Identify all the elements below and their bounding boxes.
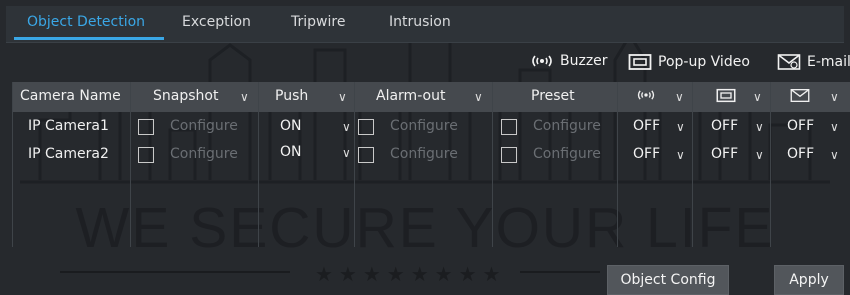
action-bar: Buzzer Pop-up Video E-mail — [0, 53, 850, 77]
column-divider — [130, 82, 131, 247]
chevron-down-icon[interactable]: ∨ — [676, 148, 685, 162]
alarm-out-checkbox[interactable] — [358, 147, 374, 163]
preset-configure-link[interactable]: Configure — [533, 146, 601, 162]
popup-select[interactable]: OFF — [711, 118, 738, 134]
camera-name-cell: IP Camera1 — [28, 118, 109, 134]
buzzer-label: Buzzer — [560, 53, 608, 69]
alarm-table: Camera Name Snapshot ∨ Push ∨ Alarm-out … — [12, 82, 850, 247]
apply-button[interactable]: Apply — [774, 265, 844, 295]
column-divider — [258, 82, 259, 247]
snapshot-checkbox[interactable] — [138, 147, 154, 163]
header-push: Push — [275, 88, 309, 104]
popup-video-icon — [716, 88, 736, 107]
popup-select[interactable]: OFF — [711, 146, 738, 162]
chevron-down-icon[interactable]: ∨ — [755, 120, 764, 134]
popup-video-action[interactable]: Pop-up Video — [628, 53, 750, 71]
tab-tripwire[interactable]: Tripwire — [291, 14, 345, 30]
chevron-down-icon[interactable]: ∨ — [342, 146, 351, 160]
push-select[interactable]: ON — [280, 118, 302, 134]
push-select[interactable]: ON — [280, 144, 302, 160]
tab-intrusion[interactable]: Intrusion — [389, 14, 451, 30]
buzzer-action[interactable]: Buzzer — [530, 53, 608, 69]
buzzer-select[interactable]: OFF — [633, 146, 660, 162]
tab-bar: Object Detection Exception Tripwire Intr… — [6, 6, 844, 43]
chevron-down-icon[interactable]: ∨ — [755, 148, 764, 162]
buzzer-icon — [636, 88, 656, 106]
column-divider — [617, 82, 618, 247]
chevron-down-icon[interactable]: ∨ — [753, 90, 762, 104]
chevron-down-icon[interactable]: ∨ — [830, 90, 839, 104]
alarm-out-configure-link[interactable]: Configure — [390, 146, 458, 162]
chevron-down-icon[interactable]: ∨ — [240, 90, 249, 104]
header-preset: Preset — [531, 88, 575, 104]
chevron-down-icon[interactable]: ∨ — [676, 120, 685, 134]
header-camera-name: Camera Name — [20, 88, 121, 104]
snapshot-configure-link[interactable]: Configure — [170, 118, 238, 134]
decorative-divider — [520, 271, 600, 273]
snapshot-configure-link[interactable]: Configure — [170, 146, 238, 162]
email-icon — [790, 88, 810, 107]
snapshot-checkbox[interactable] — [138, 119, 154, 135]
chevron-down-icon[interactable]: ∨ — [342, 120, 351, 134]
popup-video-label: Pop-up Video — [658, 54, 750, 70]
column-divider — [692, 82, 693, 247]
column-divider — [770, 82, 771, 247]
preset-checkbox[interactable] — [501, 119, 517, 135]
decorative-stars: ★★★★★★★★ — [315, 262, 507, 286]
email-select[interactable]: OFF — [787, 146, 814, 162]
alarm-out-configure-link[interactable]: Configure — [390, 118, 458, 134]
alarm-out-checkbox[interactable] — [358, 119, 374, 135]
popup-video-icon — [628, 53, 652, 71]
tab-exception[interactable]: Exception — [182, 14, 251, 30]
email-label: E-mail — [807, 54, 850, 70]
chevron-down-icon[interactable]: ∨ — [474, 90, 483, 104]
buzzer-select[interactable]: OFF — [633, 118, 660, 134]
chevron-down-icon[interactable]: ∨ — [338, 90, 347, 104]
chevron-down-icon[interactable]: ∨ — [830, 120, 839, 134]
object-config-button[interactable]: Object Config — [607, 265, 729, 295]
column-divider — [12, 82, 13, 247]
email-action[interactable]: E-mail — [777, 53, 850, 71]
active-tab-indicator — [14, 37, 164, 40]
camera-name-cell: IP Camera2 — [28, 146, 109, 162]
decorative-divider — [60, 271, 290, 273]
alarm-settings-window: WE SECURE YOUR LIFE Object Detection Exc… — [0, 0, 850, 295]
email-select[interactable]: OFF — [787, 118, 814, 134]
chevron-down-icon[interactable]: ∨ — [830, 148, 839, 162]
column-divider — [354, 82, 355, 247]
chevron-down-icon[interactable]: ∨ — [675, 90, 684, 104]
header-alarm-out: Alarm-out — [376, 88, 446, 104]
preset-checkbox[interactable] — [501, 147, 517, 163]
column-divider — [492, 82, 493, 247]
tab-object-detection[interactable]: Object Detection — [27, 14, 145, 30]
email-icon — [777, 53, 801, 71]
buzzer-icon — [530, 53, 554, 69]
preset-configure-link[interactable]: Configure — [533, 118, 601, 134]
header-snapshot: Snapshot — [153, 88, 219, 104]
